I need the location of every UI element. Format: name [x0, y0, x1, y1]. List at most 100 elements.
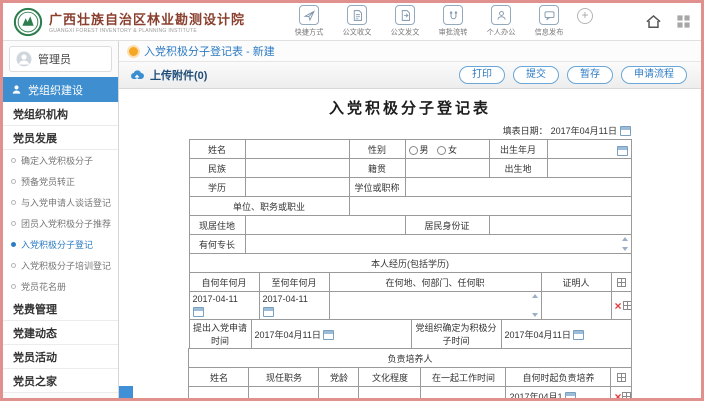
scroll-down-icon[interactable] — [622, 247, 628, 251]
apply-time-input[interactable]: 2017年04月11日 — [251, 320, 411, 349]
birth-month-label: 出生年月 — [489, 140, 547, 159]
sidebar-item-member-home[interactable]: 党员之家 — [3, 369, 118, 393]
sidebar-subitem-confirm-activist[interactable]: 确定入党积极分子 — [3, 150, 118, 171]
gender-female-option[interactable]: 女 — [437, 145, 457, 155]
trainer-worktime-input[interactable] — [421, 387, 506, 398]
sidebar-subitem-activist-register[interactable]: 入党积极分子登记 — [3, 234, 118, 255]
calendar-icon[interactable] — [323, 330, 334, 340]
trainer-since-header: 自何时起负责培养 — [506, 368, 611, 387]
trainer-culture-input[interactable] — [359, 387, 421, 398]
unit-duty-input[interactable] — [349, 197, 631, 216]
bullet-icon — [11, 200, 16, 205]
toolbar-item-label: 公文收文 — [343, 28, 372, 38]
basic-info-table: 姓名 性别 男 女 出生年月 民族 籍贯 — [189, 139, 632, 254]
sidebar-item-party-news[interactable]: 党建动态 — [3, 321, 118, 345]
exp-add-cell — [611, 273, 631, 292]
radio-male-icon[interactable] — [409, 146, 418, 155]
experience-witness-input[interactable] — [541, 292, 611, 320]
trainer-since-input[interactable]: 2017年04月1 — [506, 387, 611, 398]
sidebar-item-member-activity[interactable]: 党员活动 — [3, 345, 118, 369]
toolbar-item-shortcut[interactable]: 快捷方式 — [289, 5, 329, 38]
submit-button[interactable]: 提交 — [513, 66, 559, 84]
experience-to-value: 2017-04-11 — [263, 293, 326, 306]
sidebar-subitem-probation-full[interactable]: 预备党员转正 — [3, 171, 118, 192]
native-place-input[interactable] — [405, 159, 489, 178]
confirm-time-value: 2017年04月11日 — [505, 330, 571, 340]
residence-input[interactable] — [245, 216, 405, 235]
calendar-icon[interactable] — [193, 307, 204, 317]
user-profile[interactable]: 管理员 — [9, 46, 112, 72]
delete-row-icon[interactable]: × — [614, 390, 621, 399]
sidebar-item-party-org-structure[interactable]: 党组织机构 — [3, 102, 118, 126]
toolbar-item-doc-send[interactable]: 公文发文 — [385, 5, 425, 38]
experience-to-input[interactable]: 2017-04-11 — [259, 292, 329, 320]
trainer-duty-input[interactable] — [249, 387, 319, 398]
sidebar-item-party-fee[interactable]: 党费管理 — [3, 297, 118, 321]
sidebar-item-label: 党组织机构 — [13, 106, 68, 122]
name-input[interactable] — [245, 140, 349, 159]
scrollbar[interactable] — [622, 237, 629, 251]
degree-title-input[interactable] — [405, 178, 631, 197]
birth-place-input[interactable] — [547, 159, 631, 178]
id-card-input[interactable] — [489, 216, 631, 235]
radio-female-icon[interactable] — [437, 146, 446, 155]
toolbar-item-doc-receive[interactable]: 公文收文 — [337, 5, 377, 38]
exp-detail-header: 在何地、何部门、任何职 — [329, 273, 541, 292]
toolbar-item-personal-office[interactable]: 个人办公 — [481, 5, 521, 38]
calendar-icon[interactable] — [263, 307, 274, 317]
sidebar-item-party-org-construction[interactable]: 党组织建设 — [3, 77, 118, 102]
table-row: 自何年何月 至何年何月 在何地、何部门、任何职 证明人 — [189, 273, 631, 292]
birth-place-label: 出生地 — [489, 159, 547, 178]
sidebar-subitem-member-roster[interactable]: 党员花名册 — [3, 276, 118, 297]
toolbar-item-approval-flow[interactable]: 审批流转 — [433, 5, 473, 38]
action-buttons: 打印 提交 暂存 申请流程 — [459, 66, 691, 84]
apps-grid-icon[interactable] — [676, 14, 691, 29]
birth-month-input[interactable] — [547, 140, 631, 159]
education-input[interactable] — [245, 178, 349, 197]
sidebar-item-member-development[interactable]: 党员发展 — [3, 126, 118, 150]
add-row-icon[interactable] — [617, 373, 626, 382]
exp-from-header: 自何年何月 — [189, 273, 259, 292]
scroll-up-icon[interactable] — [532, 294, 538, 298]
breadcrumb[interactable]: 入党积极分子登记表 - 新建 — [144, 43, 275, 59]
add-shortcut-icon[interactable]: + — [577, 8, 593, 24]
sidebar: 管理员 党组织建设 党组织机构 党员发展 确定入党积极分子 预备党员转正 — [3, 41, 119, 398]
add-row-icon[interactable] — [623, 301, 631, 310]
calendar-icon[interactable] — [565, 392, 576, 398]
table-row: 2017年04月1 × — [189, 387, 631, 398]
ethnicity-input[interactable] — [245, 159, 349, 178]
sidebar-subitem-league-recommend[interactable]: 团员入党积极分子推荐 — [3, 213, 118, 234]
sidebar-subitem-activist-training[interactable]: 入党积极分子培训登记 — [3, 255, 118, 276]
calendar-icon[interactable] — [573, 330, 584, 340]
add-row-icon[interactable] — [622, 392, 631, 398]
floating-widget[interactable] — [119, 386, 133, 398]
upload-attachment-link[interactable]: 上传附件(0) — [129, 67, 207, 83]
calendar-icon[interactable] — [617, 146, 628, 156]
home-icon[interactable] — [645, 13, 662, 30]
gender-male-option[interactable]: 男 — [409, 145, 429, 155]
scroll-down-icon[interactable] — [532, 313, 538, 317]
confirm-time-input[interactable]: 2017年04月11日 — [501, 320, 631, 349]
table-row: 现居住地 居民身份证 — [189, 216, 631, 235]
toolbar-item-info-publish[interactable]: 信息发布 — [529, 5, 569, 38]
scrollbar[interactable] — [532, 294, 539, 317]
delete-row-icon[interactable]: × — [615, 299, 622, 313]
institute-name-cn: 广西壮族自治区林业勘测设计院 — [49, 9, 245, 28]
form-area: 入党积极分子登记表 填表日期： 2017年04月11日 姓名 性别 男 — [119, 89, 701, 398]
specialty-input[interactable] — [245, 235, 631, 254]
apply-flow-button[interactable]: 申请流程 — [621, 66, 687, 84]
scroll-up-icon[interactable] — [622, 237, 628, 241]
sidebar-subitem-applicant-talk[interactable]: 与入党申请人谈话登记 — [3, 192, 118, 213]
trainer-party-age-input[interactable] — [319, 387, 359, 398]
experience-from-input[interactable]: 2017-04-11 — [189, 292, 259, 320]
doc-receive-icon — [347, 5, 367, 25]
add-row-icon[interactable] — [617, 278, 626, 287]
form-title: 入党积极分子登记表 — [119, 97, 701, 118]
calendar-icon[interactable] — [620, 126, 631, 136]
sidebar-item-label: 党费管理 — [13, 301, 57, 317]
trainer-name-input[interactable] — [189, 387, 249, 398]
experience-detail-input[interactable] — [329, 292, 541, 320]
save-draft-button[interactable]: 暂存 — [567, 66, 613, 84]
print-button[interactable]: 打印 — [459, 66, 505, 84]
fill-date-value[interactable]: 2017年04月11日 — [551, 124, 617, 137]
